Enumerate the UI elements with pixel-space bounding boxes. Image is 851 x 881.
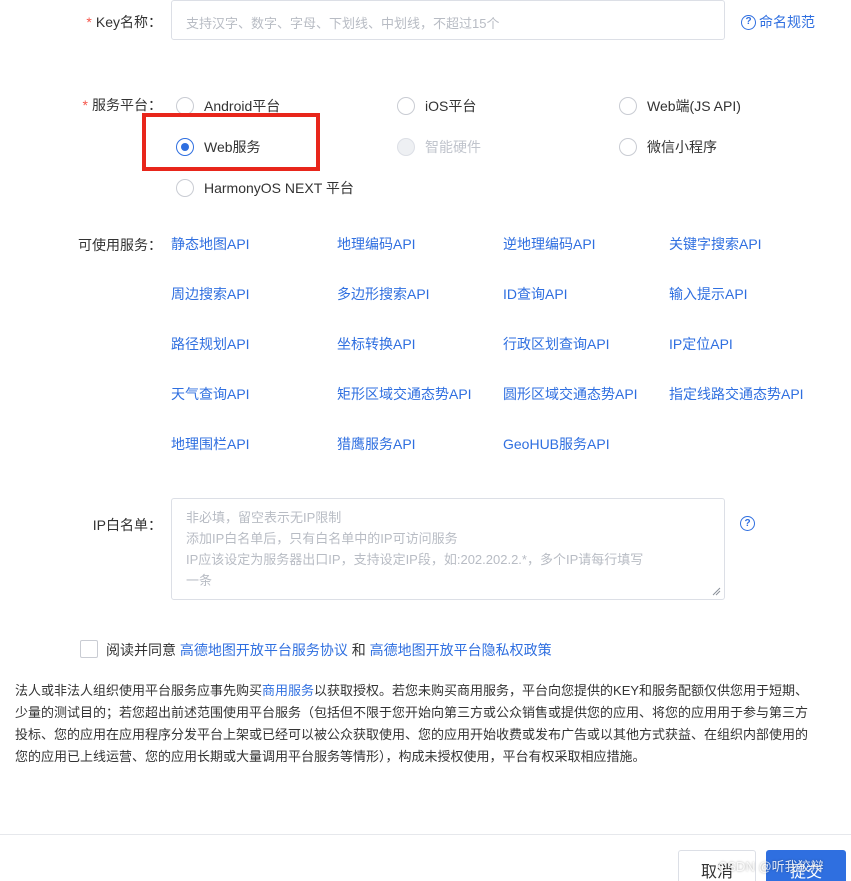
- platform-option-web-service[interactable]: Web服务: [176, 137, 261, 157]
- service-road-traffic[interactable]: 指定线路交通态势API: [669, 384, 804, 404]
- question-icon: ?: [740, 516, 755, 531]
- service-falcon[interactable]: 猎鹰服务API: [337, 434, 416, 454]
- service-district-query[interactable]: 行政区划查询API: [503, 334, 610, 354]
- agreement-checkbox[interactable]: [80, 640, 98, 658]
- radio-circle: [619, 138, 637, 156]
- platform-option-web-js[interactable]: Web端(JS API): [619, 96, 741, 116]
- naming-rules-link[interactable]: ? 命名规范: [741, 12, 815, 32]
- platform-option-harmonyos[interactable]: HarmonyOS NEXT 平台: [176, 178, 354, 198]
- ip-whitelist-placeholder: 非必填，留空表示无IP限制 添加IP白名单后，只有白名单中的IP可访问服务 IP…: [186, 510, 644, 588]
- radio-circle: [619, 97, 637, 115]
- platform-option-ios[interactable]: iOS平台: [397, 96, 476, 116]
- key-name-placeholder: 支持汉字、数字、字母、下划线、中划线，不超过15个: [186, 16, 500, 31]
- key-name-label: * Key名称：: [86, 14, 162, 30]
- key-name-input[interactable]: 支持汉字、数字、字母、下划线、中划线，不超过15个: [171, 0, 725, 40]
- service-route-planning[interactable]: 路径规划API: [171, 334, 250, 354]
- service-circle-traffic[interactable]: 圆形区域交通态势API: [503, 384, 638, 404]
- service-geocoding[interactable]: 地理编码API: [337, 234, 416, 254]
- platform-option-wechat-miniprogram[interactable]: 微信小程序: [619, 137, 717, 157]
- service-id-query[interactable]: ID查询API: [503, 284, 568, 304]
- radio-circle-checked: [176, 138, 194, 156]
- radio-circle: [176, 179, 194, 197]
- agreement-text: 阅读并同意 高德地图开放平台服务协议 和 高德地图开放平台隐私权政策: [106, 642, 552, 658]
- service-around-search[interactable]: 周边搜索API: [171, 284, 250, 304]
- service-static-map[interactable]: 静态地图API: [171, 234, 250, 254]
- commercial-service-link[interactable]: 商用服务: [262, 683, 314, 698]
- service-weather-query[interactable]: 天气查询API: [171, 384, 250, 404]
- footer-divider: [0, 834, 851, 835]
- platform-option-smart-hardware: 智能硬件: [397, 137, 481, 157]
- service-input-tips[interactable]: 输入提示API: [669, 284, 748, 304]
- service-geofence[interactable]: 地理围栏API: [171, 434, 250, 454]
- service-geohub[interactable]: GeoHUB服务API: [503, 434, 610, 454]
- platform-label: * 服务平台：: [82, 97, 162, 113]
- service-coordinate-convert[interactable]: 坐标转换API: [337, 334, 416, 354]
- question-icon: ?: [741, 14, 756, 30]
- service-keyword-search[interactable]: 关键字搜索API: [669, 234, 762, 254]
- ip-whitelist-help[interactable]: ?: [740, 516, 755, 531]
- required-mark: *: [86, 14, 92, 30]
- required-mark: *: [82, 97, 88, 113]
- service-reverse-geocoding[interactable]: 逆地理编码API: [503, 234, 596, 254]
- service-agreement-link[interactable]: 高德地图开放平台服务协议: [180, 642, 348, 658]
- csdn-watermark: CSDN @听我狡辩: [718, 859, 824, 874]
- resize-handle-icon[interactable]: [712, 587, 721, 596]
- ip-whitelist-label: IP白名单：: [92, 517, 162, 533]
- service-ip-location[interactable]: IP定位API: [669, 334, 733, 354]
- service-polygon-search[interactable]: 多边形搜索API: [337, 284, 430, 304]
- ip-whitelist-textarea[interactable]: 非必填，留空表示无IP限制 添加IP白名单后，只有白名单中的IP可访问服务 IP…: [171, 498, 725, 600]
- services-label: 可使用服务：: [78, 237, 162, 253]
- privacy-policy-link[interactable]: 高德地图开放平台隐私权政策: [370, 642, 552, 658]
- service-rectangle-traffic[interactable]: 矩形区域交通态势API: [337, 384, 472, 404]
- radio-circle-disabled: [397, 138, 415, 156]
- commercial-notice: 法人或非法人组织使用平台服务应事先购买商用服务以获取授权。若您未购买商用服务，平…: [15, 683, 809, 764]
- radio-circle: [397, 97, 415, 115]
